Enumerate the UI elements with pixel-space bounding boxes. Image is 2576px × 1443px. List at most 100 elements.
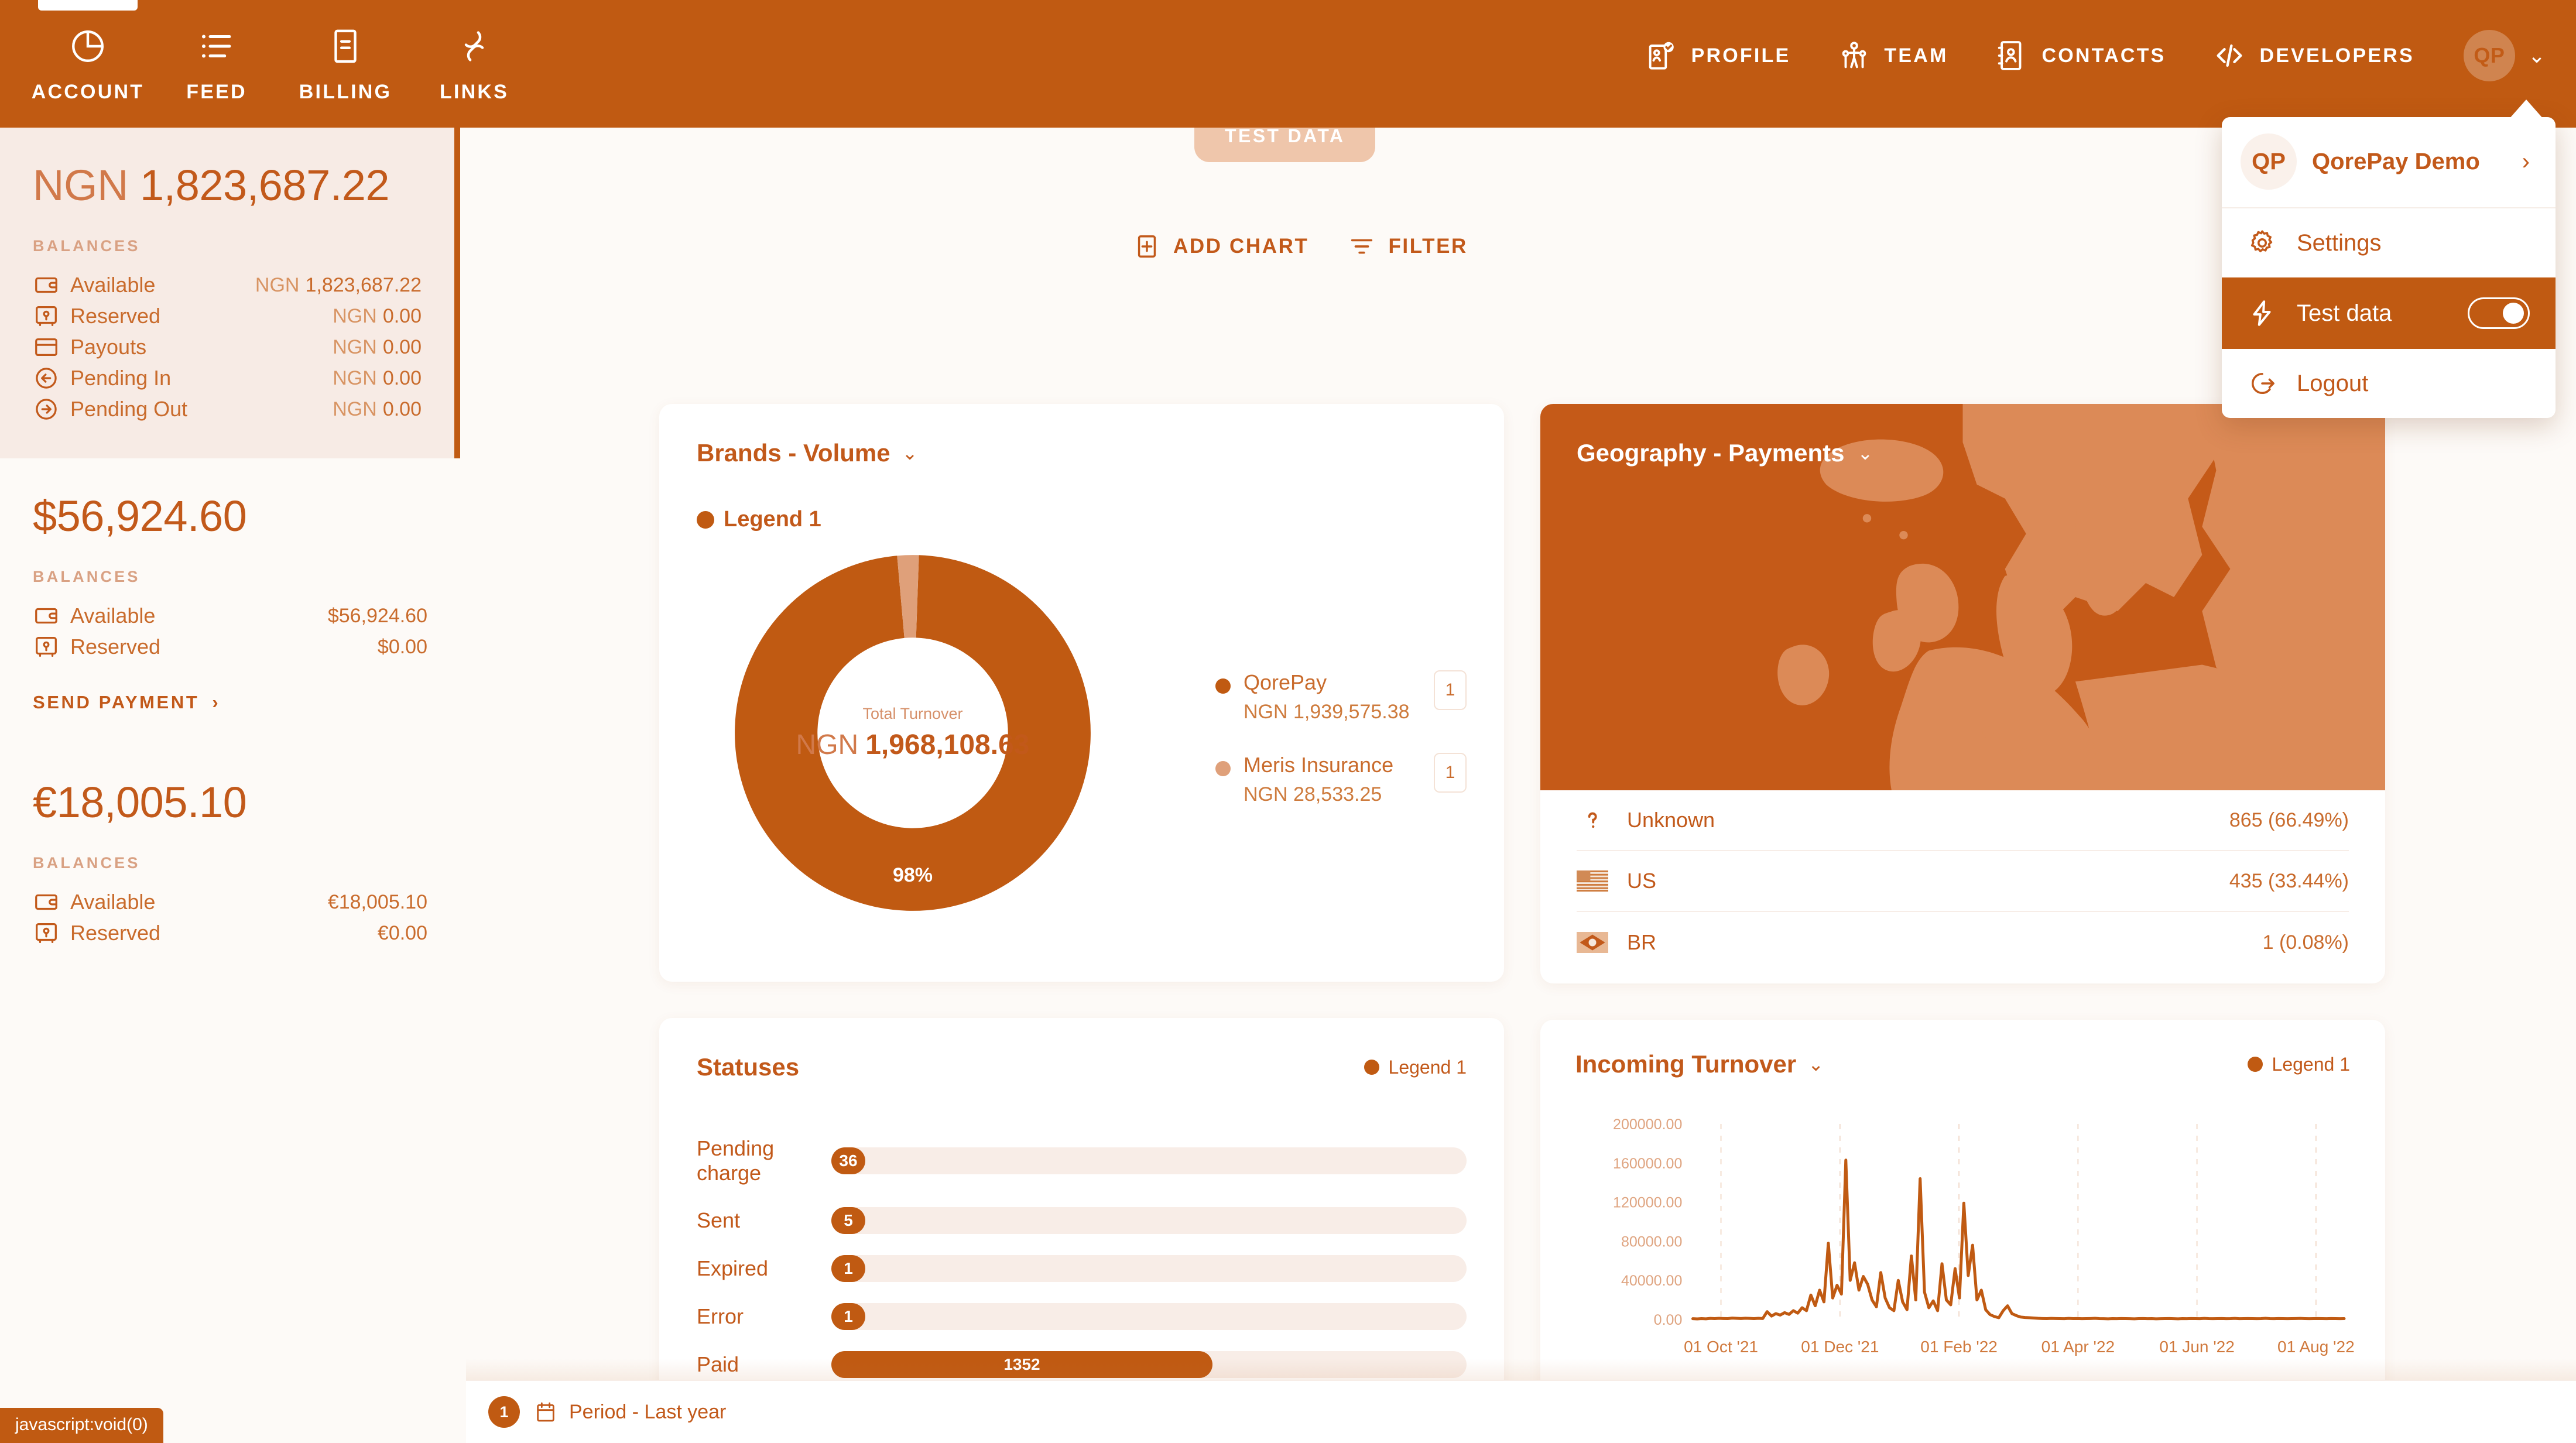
statuses-header: Statuses Legend 1 [697, 1053, 1467, 1081]
geography-card-title[interactable]: Geography - Payments ⌄ [1577, 439, 1873, 467]
x-axis-tick-label: 01 Oct '21 [1684, 1338, 1758, 1356]
add-chart-icon [1133, 233, 1160, 260]
donut-chart [733, 553, 1092, 913]
dropdown-item-test-data[interactable]: Test data [2222, 277, 2556, 349]
pie-chart-icon [68, 27, 107, 66]
contacts-icon [1995, 39, 2029, 73]
test-data-toggle[interactable] [2468, 297, 2530, 329]
geography-row: BR 1 (0.08%) [1577, 912, 2349, 973]
x-axis-tick-label: 01 Feb '22 [1920, 1338, 1998, 1356]
brand-info: QorePay NGN 1,939,575.38 [1244, 670, 1410, 724]
balance-row-label: Payouts [70, 335, 147, 359]
brand-currency: NGN [1244, 701, 1288, 723]
nav-label: FEED [186, 81, 247, 103]
brand-currency: NGN [1244, 783, 1288, 806]
status-track: 36 [831, 1147, 1467, 1175]
chevron-down-icon: ⌄ [2527, 43, 2546, 67]
brand-amount: 1,939,575.38 [1293, 701, 1410, 723]
balance-row-available: Available NGN 1,823,687.22 [33, 272, 422, 299]
logout-icon [2248, 369, 2277, 398]
row-amount: 0.00 [382, 335, 422, 358]
balance-row-reserved: Reserved €0.00 [33, 920, 427, 947]
y-axis-tick-label: 80000.00 [1621, 1233, 1682, 1250]
balance-row-value: NGN 1,823,687.22 [255, 274, 422, 297]
geography-row: Unknown 865 (66.49%) [1577, 790, 2349, 851]
nav-label: LINKS [440, 81, 509, 103]
status-track: 1 [831, 1255, 1467, 1282]
nav-item-team[interactable]: TEAM [1814, 39, 1971, 73]
balance-row-label: Available [70, 890, 156, 914]
turnover-line-chart: 0.00 40000.00 80000.00 120000.00 160000.00 20… [1575, 1113, 2355, 1365]
geography-value: 865 (66.49%) [2229, 808, 2349, 831]
balance-row-label: Reserved [70, 921, 161, 945]
balances-sidebar: NGN 1,823,687.22 BALANCES Available NGN 1… [0, 128, 460, 1443]
legend-dot [2247, 1057, 2263, 1072]
nav-item-billing[interactable]: BILLING [281, 0, 410, 104]
nav-item-profile[interactable]: PROFILE [1621, 39, 1814, 73]
balance-row-pending-out: Pending Out NGN 0.00 [33, 396, 422, 423]
balance-row-reserved: Reserved $0.00 [33, 633, 427, 660]
chevron-down-icon: ⌄ [902, 443, 918, 464]
balance-total: $56,924.60 [33, 492, 247, 540]
brand-color-dot [1215, 678, 1231, 694]
brands-list: QorePay NGN 1,939,575.38 1 Meris Insuran… [1215, 670, 1467, 835]
nav-item-contacts[interactable]: CONTACTS [1971, 39, 2189, 73]
balance-row-label: Available [70, 273, 156, 297]
status-row: Sent 5 [697, 1207, 1467, 1234]
chevron-right-icon: › [2522, 148, 2530, 174]
wallet-icon [33, 602, 60, 629]
filter-button[interactable]: FILTER [1348, 233, 1468, 260]
charts-column-right: Geography - Payments ⌄ Unknown 865 (66.4… [1540, 404, 2385, 1443]
balance-total: €18,005.10 [33, 778, 247, 827]
nav-item-feed[interactable]: FEED [152, 0, 281, 104]
row-amount: 1,823,687.22 [305, 273, 422, 296]
browser-status-tooltip: javascript:void(0) [0, 1408, 163, 1443]
row-amount: 0.00 [382, 304, 422, 327]
balance-row-label: Pending In [70, 366, 172, 390]
add-chart-button[interactable]: ADD CHART [1133, 233, 1308, 260]
turnover-header: Incoming Turnover ⌄ Legend 1 [1575, 1050, 2350, 1078]
arrow-out-icon [33, 396, 60, 423]
status-label: Error [697, 1304, 744, 1328]
primary-nav: ACCOUNT FEED BILLING LINKS [0, 0, 539, 104]
dropdown-item-settings[interactable]: Settings [2222, 208, 2556, 277]
balance-card-eur: €18,005.10 BALANCES Available €18,005.10… [0, 745, 460, 982]
brand-info: Meris Insurance NGN 28,533.25 [1244, 753, 1393, 806]
period-bar: 1 Period - Last year [466, 1380, 2576, 1443]
brand-color-dot [1215, 761, 1231, 776]
nav-item-account[interactable]: ACCOUNT [23, 0, 152, 104]
secondary-nav: PROFILE TEAM CONTACTS DEVELOPERS QP ⌄ [1621, 0, 2576, 111]
brand-name: Meris Insurance [1244, 753, 1394, 777]
toggle-knob [2503, 303, 2524, 324]
balance-row-label: Available [70, 604, 156, 628]
turnover-legend: Legend 1 [2247, 1054, 2350, 1075]
send-payment-button[interactable]: SEND PAYMENT › [33, 692, 427, 713]
nav-item-developers[interactable]: DEVELOPERS [2189, 39, 2437, 73]
nav-item-links[interactable]: LINKS [410, 0, 539, 104]
dropdown-account-name: QorePay Demo [2312, 148, 2480, 174]
legend-label: Legend 1 [1388, 1056, 1467, 1078]
balance-row-value: NGN 0.00 [333, 336, 422, 359]
turnover-card-title[interactable]: Incoming Turnover ⌄ [1575, 1050, 1824, 1078]
status-bar-fill: 1 [831, 1303, 865, 1330]
nav-label: BILLING [299, 81, 392, 103]
status-bar-fill: 36 [831, 1147, 865, 1175]
geography-value: 435 (33.44%) [2229, 869, 2349, 892]
balance-row-value: €0.00 [377, 921, 427, 944]
list-icon [197, 27, 236, 66]
profile-menu-trigger[interactable]: QP ⌄ [2438, 30, 2546, 81]
legend-dot [697, 510, 714, 529]
brands-card-title[interactable]: Brands - Volume ⌄ [697, 439, 1467, 467]
row-currency: NGN [255, 273, 300, 296]
period-filter-chip[interactable]: Period - Last year [534, 1400, 726, 1424]
statuses-title: Statuses [697, 1053, 800, 1081]
dropdown-item-logout[interactable]: Logout [2222, 349, 2556, 418]
geography-map: Geography - Payments ⌄ [1540, 404, 2385, 790]
balance-row-value: €18,005.10 [327, 890, 427, 913]
safe-icon [33, 633, 60, 660]
send-payment-label: SEND PAYMENT [33, 692, 200, 712]
dropdown-account-row[interactable]: QP QorePay Demo › [2222, 117, 2556, 208]
geography-payments-card: Geography - Payments ⌄ Unknown 865 (66.4… [1540, 404, 2385, 983]
balance-row-label: Reserved [70, 304, 161, 328]
y-axis-tick-label: 120000.00 [1613, 1195, 1682, 1211]
